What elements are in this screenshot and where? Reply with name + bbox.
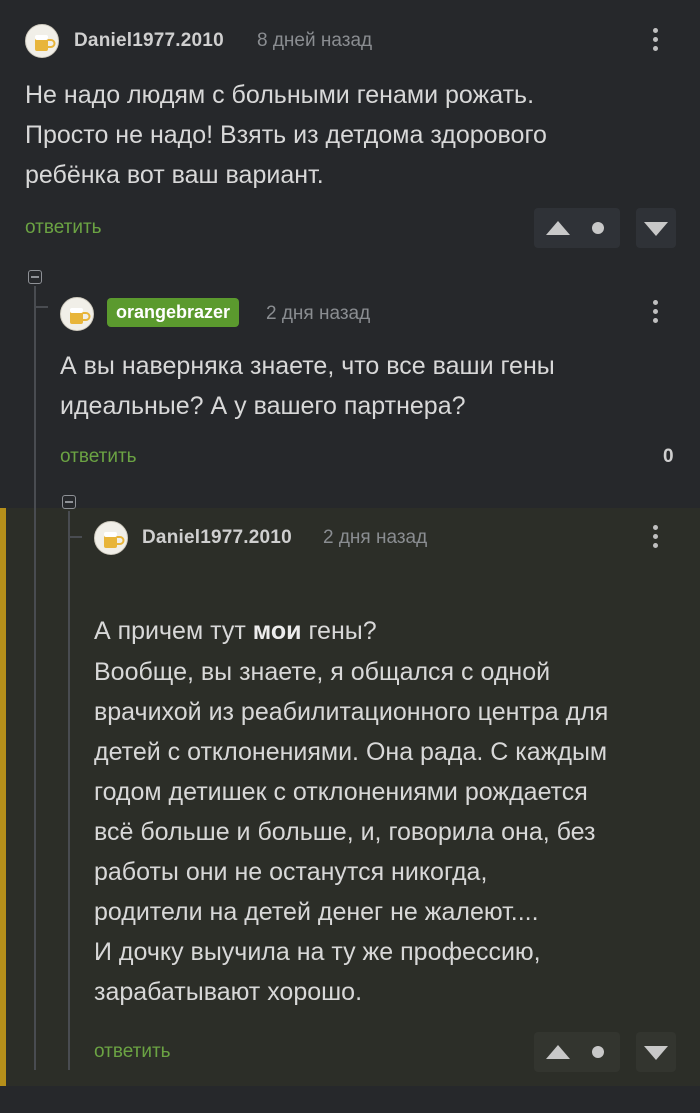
- vote-dot-icon: [592, 1046, 604, 1058]
- thread-line: [34, 286, 36, 1070]
- comment-time: 2 дня назад: [323, 527, 428, 548]
- highlight-accent-bar: [0, 508, 6, 1086]
- more-options-button[interactable]: [645, 28, 665, 58]
- reply-link[interactable]: ответить: [60, 446, 137, 468]
- upvote-group[interactable]: [534, 1032, 620, 1072]
- avatar[interactable]: [60, 297, 94, 331]
- comment-text: А вы наверняка знаете, что все ваши гены…: [60, 352, 555, 420]
- vote-dot-icon: [592, 222, 604, 234]
- downvote-button[interactable]: [636, 1032, 676, 1072]
- triangle-down-icon[interactable]: [644, 222, 668, 236]
- thread-line: [68, 537, 70, 1070]
- username-badge[interactable]: orangebrazer: [107, 298, 240, 327]
- upvote-group[interactable]: [534, 208, 620, 248]
- thread-branch: [34, 306, 48, 308]
- avatar[interactable]: [25, 24, 59, 58]
- comment-time: 2 дня назад: [266, 303, 371, 324]
- comment-text-part: А причем тут: [94, 617, 253, 645]
- thread-branch: [68, 536, 82, 538]
- collapse-minus-icon[interactable]: [28, 270, 42, 284]
- beer-mug-avatar-icon: [35, 35, 56, 51]
- collapse-minus-icon[interactable]: [62, 495, 76, 509]
- triangle-up-icon[interactable]: [546, 1045, 570, 1059]
- more-options-button[interactable]: [645, 300, 665, 330]
- comment-text-bold: мои: [252, 617, 302, 645]
- more-options-button[interactable]: [645, 525, 665, 555]
- rating-value: 0: [663, 446, 674, 467]
- username[interactable]: Daniel1977.2010: [142, 527, 292, 549]
- avatar[interactable]: [94, 521, 128, 555]
- downvote-button[interactable]: [636, 208, 676, 248]
- beer-mug-avatar-icon: [70, 308, 91, 324]
- comment-text-part: гены?: [301, 617, 377, 645]
- username[interactable]: Daniel1977.2010: [74, 30, 224, 52]
- triangle-up-icon[interactable]: [546, 221, 570, 235]
- thread-line: [68, 511, 70, 537]
- reply-link[interactable]: ответить: [25, 217, 102, 239]
- comment-text-first-line: А причем тут мои гены?: [94, 571, 684, 651]
- triangle-down-icon[interactable]: [644, 1046, 668, 1060]
- comment-time: 8 дней назад: [257, 30, 373, 51]
- comment-text-body: Вообще, вы знаете, я общался с одной вра…: [94, 658, 609, 1006]
- reply-link[interactable]: ответить: [94, 1041, 171, 1063]
- comment-text: Не надо людям с больными генами рожать. …: [25, 81, 547, 189]
